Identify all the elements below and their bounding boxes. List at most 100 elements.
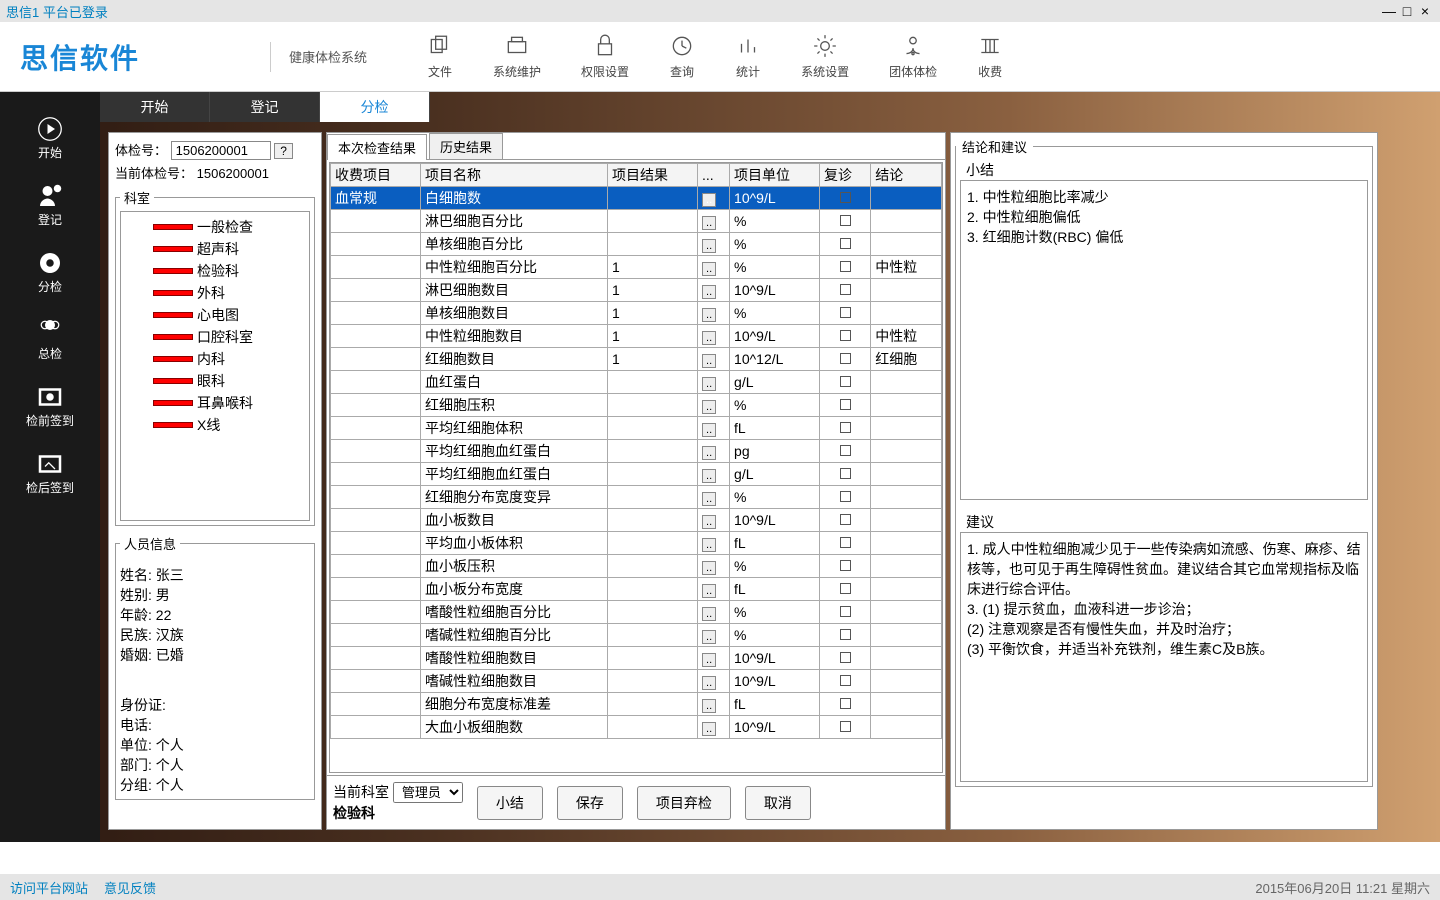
detail-button[interactable]: .. xyxy=(702,285,716,299)
recheck-checkbox[interactable] xyxy=(840,445,851,456)
sidebar-item-检后签到[interactable]: 检后签到 xyxy=(0,439,100,506)
dept-item[interactable]: 心电图 xyxy=(123,304,307,326)
table-row[interactable]: 平均红细胞血红蛋白..g/L xyxy=(331,463,942,486)
recheck-checkbox[interactable] xyxy=(840,675,851,686)
dept-item[interactable]: 外科 xyxy=(123,282,307,304)
detail-button[interactable]: .. xyxy=(702,515,716,529)
table-row[interactable]: 嗜酸性粒细胞数目..10^9/L xyxy=(331,647,942,670)
recheck-checkbox[interactable] xyxy=(840,468,851,479)
recheck-checkbox[interactable] xyxy=(840,514,851,525)
tab-开始[interactable]: 开始 xyxy=(100,92,210,122)
recheck-checkbox[interactable] xyxy=(840,606,851,617)
sidebar-item-检前签到[interactable]: 检前签到 xyxy=(0,372,100,439)
table-row[interactable]: 嗜碱性粒细胞数目..10^9/L xyxy=(331,670,942,693)
recheck-checkbox[interactable] xyxy=(840,560,851,571)
summary-button[interactable]: 小结 xyxy=(477,786,543,820)
table-row[interactable]: 平均红细胞体积..fL xyxy=(331,417,942,440)
dept-item[interactable]: 检验科 xyxy=(123,260,307,282)
table-row[interactable]: 血小板数目..10^9/L xyxy=(331,509,942,532)
recheck-checkbox[interactable] xyxy=(840,629,851,640)
recheck-checkbox[interactable] xyxy=(840,330,851,341)
detail-button[interactable]: .. xyxy=(702,377,716,391)
table-row[interactable]: 血红蛋白..g/L xyxy=(331,371,942,394)
table-row[interactable]: 细胞分布宽度标准差..fL xyxy=(331,693,942,716)
table-row[interactable]: 血小板压积..% xyxy=(331,555,942,578)
dept-item[interactable]: 内科 xyxy=(123,348,307,370)
tab-history-results[interactable]: 历史结果 xyxy=(429,133,503,159)
tool-文件[interactable]: 文件 xyxy=(427,33,453,80)
tool-收费[interactable]: 收费 xyxy=(977,33,1003,80)
recheck-checkbox[interactable] xyxy=(840,353,851,364)
recheck-checkbox[interactable] xyxy=(840,192,851,203)
tool-系统维护[interactable]: 系统维护 xyxy=(493,33,541,80)
save-button[interactable]: 保存 xyxy=(557,786,623,820)
detail-button[interactable]: .. xyxy=(702,538,716,552)
summary-tab[interactable]: 小结 xyxy=(966,162,994,178)
detail-button[interactable]: .. xyxy=(702,722,716,736)
table-row[interactable]: 红细胞压积..% xyxy=(331,394,942,417)
detail-button[interactable]: .. xyxy=(702,469,716,483)
recheck-checkbox[interactable] xyxy=(840,307,851,318)
table-row[interactable]: 单核细胞数目1..% xyxy=(331,302,942,325)
column-header[interactable]: 收费项目 xyxy=(331,164,421,187)
table-row[interactable]: 嗜碱性粒细胞百分比..% xyxy=(331,624,942,647)
detail-button[interactable]: .. xyxy=(702,676,716,690)
tab-分检[interactable]: 分检 xyxy=(320,92,430,122)
detail-button[interactable]: .. xyxy=(702,193,716,207)
tool-查询[interactable]: 查询 xyxy=(669,33,695,80)
advice-textarea[interactable]: 1. 成人中性粒细胞减少见于一些传染病如流感、伤寒、麻疹、结核等，也可见于再生障… xyxy=(960,532,1368,782)
detail-button[interactable]: .. xyxy=(702,699,716,713)
dept-item[interactable]: 超声科 xyxy=(123,238,307,260)
detail-button[interactable]: .. xyxy=(702,653,716,667)
column-header[interactable]: 项目结果 xyxy=(608,164,698,187)
table-row[interactable]: 平均血小板体积..fL xyxy=(331,532,942,555)
summary-textarea[interactable]: 1. 中性粒细胞比率减少2. 中性粒细胞偏低3. 红细胞计数(RBC) 偏低 xyxy=(960,180,1368,500)
sidebar-item-分检[interactable]: 分检 xyxy=(0,238,100,305)
column-header[interactable]: 复诊 xyxy=(820,164,871,187)
table-row[interactable]: 红细胞数目1..10^12/L红细胞 xyxy=(331,348,942,371)
dept-item[interactable]: 眼科 xyxy=(123,370,307,392)
minimize-button[interactable]: — xyxy=(1380,3,1398,19)
admin-select[interactable]: 管理员 xyxy=(393,782,463,803)
discard-button[interactable]: 项目弃检 xyxy=(637,786,731,820)
advice-tab[interactable]: 建议 xyxy=(966,514,994,530)
results-grid[interactable]: 收费项目项目名称项目结果...项目单位复诊结论血常规白细胞数..10^9/L淋巴… xyxy=(329,162,943,773)
tool-系统设置[interactable]: 系统设置 xyxy=(801,33,849,80)
detail-button[interactable]: .. xyxy=(702,354,716,368)
recheck-checkbox[interactable] xyxy=(840,583,851,594)
detail-button[interactable]: .. xyxy=(702,423,716,437)
table-row[interactable]: 平均红细胞血红蛋白..pg xyxy=(331,440,942,463)
detail-button[interactable]: .. xyxy=(702,400,716,414)
detail-button[interactable]: .. xyxy=(702,216,716,230)
recheck-checkbox[interactable] xyxy=(840,721,851,732)
recheck-checkbox[interactable] xyxy=(840,284,851,295)
detail-button[interactable]: .. xyxy=(702,262,716,276)
recheck-checkbox[interactable] xyxy=(840,399,851,410)
recheck-checkbox[interactable] xyxy=(840,698,851,709)
tab-登记[interactable]: 登记 xyxy=(210,92,320,122)
sidebar-item-总检[interactable]: 总检 xyxy=(0,305,100,372)
table-row[interactable]: 血小板分布宽度..fL xyxy=(331,578,942,601)
column-header[interactable]: 项目单位 xyxy=(730,164,820,187)
detail-button[interactable]: .. xyxy=(702,308,716,322)
dept-item[interactable]: 口腔科室 xyxy=(123,326,307,348)
detail-button[interactable]: .. xyxy=(702,561,716,575)
tab-current-results[interactable]: 本次检查结果 xyxy=(327,134,427,160)
recheck-checkbox[interactable] xyxy=(840,491,851,502)
recheck-checkbox[interactable] xyxy=(840,376,851,387)
dept-item[interactable]: 耳鼻喉科 xyxy=(123,392,307,414)
sidebar-item-开始[interactable]: 开始 xyxy=(0,104,100,171)
recheck-checkbox[interactable] xyxy=(840,422,851,433)
exam-id-input[interactable] xyxy=(171,141,271,160)
link-platform[interactable]: 访问平台网站 xyxy=(10,878,88,897)
close-button[interactable]: × xyxy=(1416,3,1434,19)
tool-统计[interactable]: 统计 xyxy=(735,33,761,80)
table-row[interactable]: 大血小板细胞数..10^9/L xyxy=(331,716,942,739)
recheck-checkbox[interactable] xyxy=(840,238,851,249)
help-button[interactable]: ? xyxy=(274,143,293,159)
recheck-checkbox[interactable] xyxy=(840,652,851,663)
table-row[interactable]: 中性粒细胞数目1..10^9/L中性粒 xyxy=(331,325,942,348)
detail-button[interactable]: .. xyxy=(702,630,716,644)
dept-item[interactable]: X线 xyxy=(123,414,307,436)
link-feedback[interactable]: 意见反馈 xyxy=(104,878,156,897)
